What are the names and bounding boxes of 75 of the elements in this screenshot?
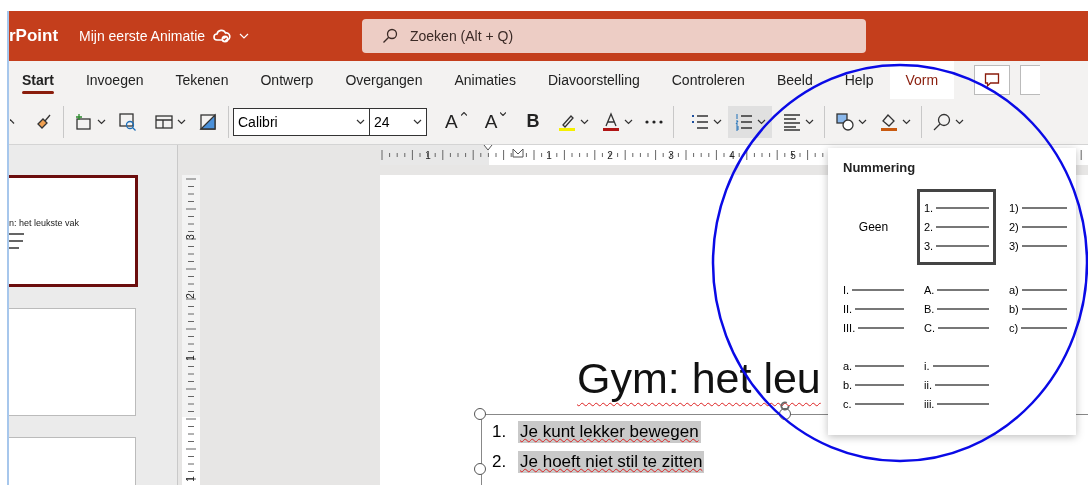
ribbon-tab[interactable]: Help: [828, 61, 890, 99]
numbering-button[interactable]: [728, 105, 773, 138]
font-color-icon: [601, 111, 622, 132]
number-marker: a.: [843, 360, 853, 372]
ribbon-tab[interactable]: Overgangen: [329, 61, 439, 99]
number-marker: B.: [924, 303, 935, 315]
align-left-icon: [782, 111, 803, 132]
numbering-option[interactable]: Geen: [836, 195, 911, 259]
number-marker: b.: [843, 379, 853, 391]
slides-search-icon: [118, 111, 138, 132]
number-marker: a): [1009, 284, 1019, 296]
number-marker: A.: [924, 284, 935, 296]
caret-down-icon: [500, 111, 507, 116]
number-marker: iii.: [924, 398, 935, 410]
number-marker: 2): [1009, 221, 1019, 233]
ribbon-tab[interactable]: Diavoorstelling: [531, 61, 656, 99]
ribbon-tab[interactable]: Tekenen: [159, 61, 245, 99]
resize-handle[interactable]: [474, 408, 486, 420]
slide-thumbnail[interactable]: [9, 308, 136, 416]
numbered-list-icon: [734, 111, 755, 132]
thumbnail-title: n: het leukste vak: [9, 218, 81, 228]
search-field[interactable]: Zoeken (Alt + Q): [362, 19, 866, 53]
slide-thumbnail[interactable]: n: het leukste vak: [9, 175, 138, 287]
numbering-option[interactable]: a) b) c): [1002, 277, 1074, 341]
ribbon-tab[interactable]: Invoegen: [69, 61, 160, 99]
number-marker: II.: [843, 303, 853, 315]
number-marker: c): [1009, 322, 1019, 334]
caret-up-icon: [460, 111, 467, 116]
font-name-field[interactable]: Calibri: [233, 107, 370, 136]
number-marker: c.: [843, 398, 852, 410]
cloud-saved-icon: [213, 28, 232, 44]
ribbon-tab[interactable]: Animaties: [438, 61, 532, 99]
shrink-font-button[interactable]: A: [478, 105, 513, 138]
numbering-option[interactable]: 1. 2. 3.: [917, 189, 996, 265]
app-name: rPoint: [9, 26, 60, 46]
list-item-text: Je hoeft niet stil te zitten: [518, 451, 705, 473]
search-icon: [932, 111, 953, 132]
shapes-icon: [835, 111, 856, 132]
number-marker: b): [1009, 303, 1019, 315]
number-marker: 3.: [924, 240, 934, 252]
slide-title: Gym: het leu: [577, 355, 821, 401]
number-marker: 1): [1009, 202, 1019, 214]
reset-icon: [198, 111, 218, 132]
grow-font-button[interactable]: A: [439, 105, 473, 138]
number-marker: 2.: [924, 221, 934, 233]
number-marker: 1.: [924, 202, 934, 214]
numbering-option[interactable]: A. B. C.: [917, 277, 996, 341]
font-size-field[interactable]: 24: [370, 107, 427, 136]
number-marker: 3): [1009, 240, 1019, 252]
bold-button[interactable]: B: [520, 105, 546, 138]
list-number: 2.: [492, 452, 508, 472]
ribbon-tab[interactable]: Vorm: [889, 61, 955, 99]
ribbon-tab[interactable]: Beeld: [760, 61, 829, 99]
number-marker: C.: [924, 322, 935, 334]
vertical-ruler: 3 2 1 1: [182, 175, 200, 485]
new-slide-icon: [74, 111, 94, 132]
numbering-option[interactable]: i. ii. iii.: [917, 353, 996, 417]
number-marker: ii.: [924, 379, 932, 391]
number-marker: III.: [843, 322, 856, 334]
list-number: 1.: [492, 422, 508, 442]
ribbon-tab[interactable]: Ontwerp: [244, 61, 330, 99]
comment-button[interactable]: [974, 65, 1011, 95]
numbering-option[interactable]: a. b. c.: [836, 353, 911, 417]
resize-handle[interactable]: [474, 463, 486, 475]
number-marker: I.: [843, 284, 850, 296]
list-item-text: Je kunt lekker bewegen: [518, 421, 701, 443]
comment-icon: [984, 72, 1001, 88]
rotate-handle-icon[interactable]: [780, 401, 790, 411]
more-icon: [645, 119, 664, 124]
document-title[interactable]: Mijn eerste Animatie: [79, 28, 206, 44]
ribbon-tab[interactable]: Controleren: [655, 61, 761, 99]
numbering-option[interactable]: I. II. III.: [836, 277, 911, 341]
number-marker: i.: [924, 360, 930, 372]
ribbon-tab[interactable]: Start: [9, 61, 70, 99]
numbering-option[interactable]: 1) 2) 3): [1002, 195, 1074, 259]
